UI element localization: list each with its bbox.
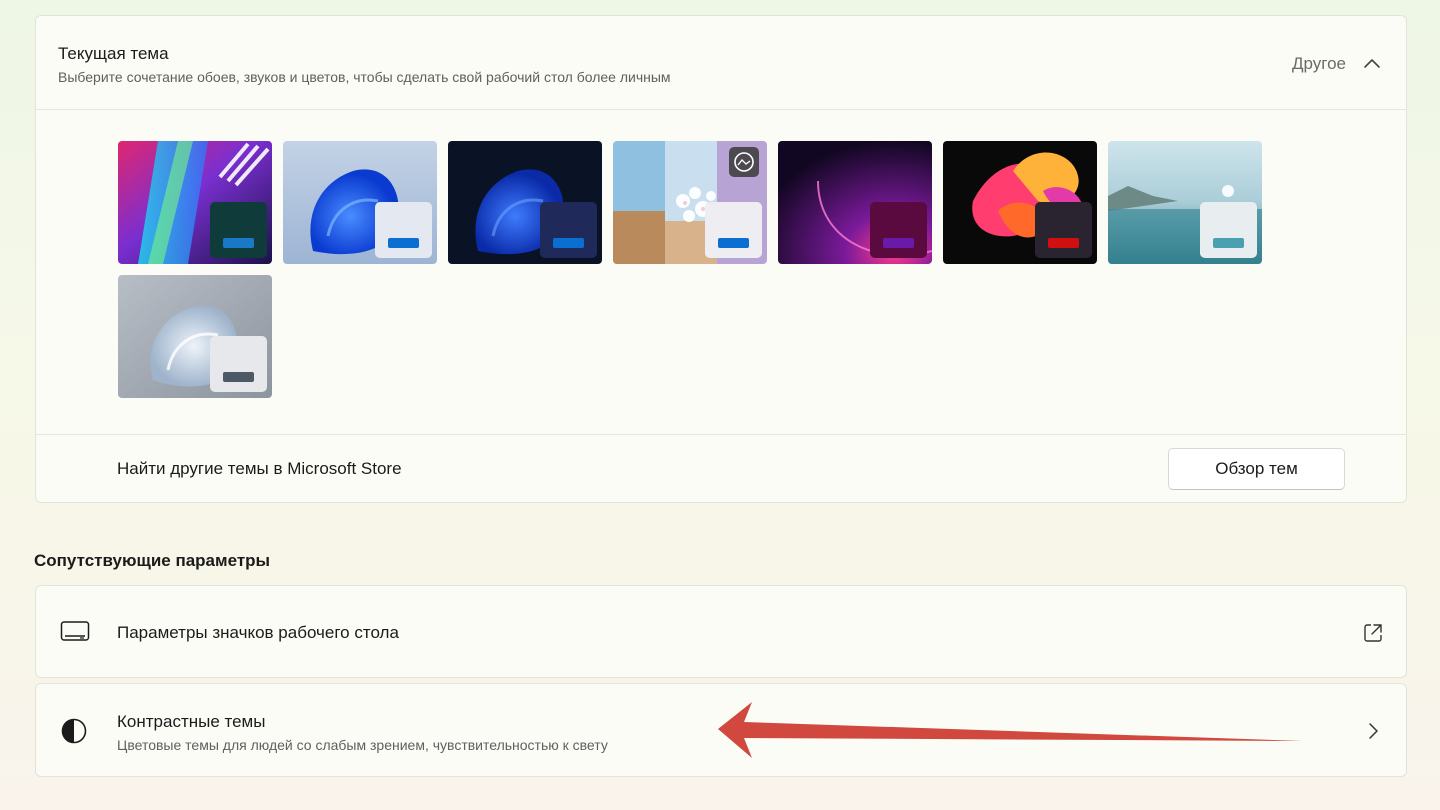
accent-bar [388, 238, 419, 248]
accent-bar [1213, 238, 1244, 248]
annotation-arrow [718, 702, 1303, 758]
window-preview [210, 336, 267, 392]
theme-thumbnail-sunrise[interactable] [778, 141, 932, 264]
window-preview [1035, 202, 1092, 258]
contrast-icon [61, 718, 87, 744]
desktop-icon-settings-item[interactable]: Параметры значков рабочего стола [35, 585, 1407, 678]
accent-bar [223, 238, 254, 248]
store-text: Найти другие темы в Microsoft Store [117, 459, 402, 478]
theme-thumbnail-captured-motion[interactable] [1108, 141, 1262, 264]
current-theme-header[interactable]: Текущая тема Выберите сочетание обоев, з… [36, 16, 1406, 110]
window-preview [870, 202, 927, 258]
theme-thumbnail-flow[interactable] [943, 141, 1097, 264]
theme-thumbnail-spotlight[interactable] [613, 141, 767, 264]
current-theme-subtitle: Выберите сочетание обоев, звуков и цвето… [58, 69, 671, 85]
theme-thumbnail-windows-gray[interactable] [118, 275, 272, 398]
chevron-up-icon [1364, 59, 1380, 68]
window-preview [705, 202, 762, 258]
current-theme-title: Текущая тема [58, 44, 169, 63]
accent-bar [883, 238, 914, 248]
browse-themes-button[interactable]: Обзор тем [1168, 448, 1345, 490]
window-preview [210, 202, 267, 258]
contrast-themes-description: Цветовые темы для людей со слабым зрение… [117, 737, 608, 753]
theme-thumbnail-windows-dark[interactable] [448, 141, 602, 264]
theme-thumbnail-glow[interactable] [118, 141, 272, 264]
accent-bar [223, 372, 254, 382]
accent-bar [1048, 238, 1079, 248]
chevron-right-icon [1369, 723, 1378, 739]
related-settings-heading: Сопутствующие параметры [34, 551, 271, 570]
theme-thumbnail-windows-light[interactable] [283, 141, 437, 264]
current-theme-value: Другое [1291, 54, 1346, 73]
store-row: Найти другие темы в Microsoft Store Обзо… [36, 434, 1406, 503]
desktop-icon-settings-label: Параметры значков рабочего стола [117, 623, 399, 642]
collapse-button[interactable] [1358, 50, 1386, 78]
window-preview [540, 202, 597, 258]
accent-bar [553, 238, 584, 248]
external-link-icon [1364, 624, 1382, 642]
accent-bar [718, 238, 749, 248]
contrast-themes-label: Контрастные темы [117, 712, 266, 731]
window-preview [375, 202, 432, 258]
current-theme-card: Текущая тема Выберите сочетание обоев, з… [35, 15, 1407, 503]
window-preview [1200, 202, 1257, 258]
monitor-icon [60, 621, 90, 641]
